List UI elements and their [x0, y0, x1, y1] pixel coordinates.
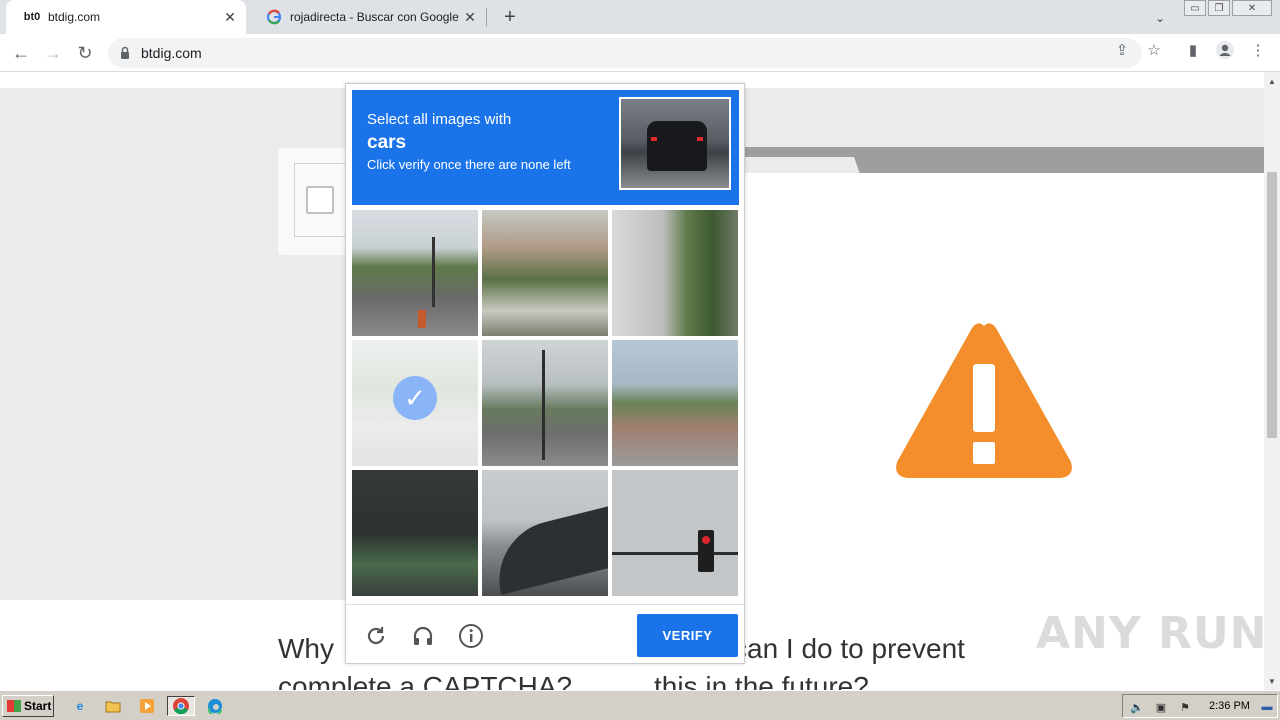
- forward-arrow-icon[interactable]: →: [40, 40, 66, 66]
- menu-kebab-icon[interactable]: ⋮: [1247, 39, 1269, 61]
- tail-light: [697, 137, 703, 141]
- btdig-favicon: bt0: [23, 11, 41, 23]
- captcha-challenge: Select all images with cars Click verify…: [345, 83, 745, 664]
- minimize-button[interactable]: ▭: [1184, 0, 1206, 16]
- tab-btdig[interactable]: bt0 btdig.com ✕: [6, 0, 246, 34]
- close-tab-icon[interactable]: ✕: [220, 7, 240, 27]
- share-icon[interactable]: ⇪: [1111, 39, 1133, 61]
- action-center-flag-icon[interactable]: ⚑: [1177, 699, 1193, 715]
- tab-title: rojadirecta - Buscar con Google: [290, 10, 459, 24]
- url-text: btdig.com: [141, 45, 202, 61]
- scroll-thumb[interactable]: [1267, 172, 1277, 438]
- profile-avatar-icon[interactable]: [1214, 39, 1236, 61]
- scroll-up-icon[interactable]: ▲: [1264, 74, 1280, 88]
- internet-explorer-icon[interactable]: e: [69, 696, 91, 716]
- tab-separator: [486, 8, 487, 26]
- reload-icon[interactable]: ↻: [72, 40, 98, 66]
- audio-challenge-headphones-icon[interactable]: [410, 623, 436, 649]
- tile-wire: [612, 552, 738, 555]
- verify-button[interactable]: VERIFY: [637, 614, 738, 657]
- captcha-footer: VERIFY: [346, 604, 744, 663]
- tab-strip: bt0 btdig.com ✕ rojadirecta - Buscar con…: [0, 0, 1280, 34]
- captcha-tile-selected[interactable]: ✓: [352, 340, 478, 466]
- captcha-tile[interactable]: [612, 470, 738, 596]
- captcha-sample-image: [619, 97, 731, 190]
- tail-light: [651, 137, 657, 141]
- media-player-icon[interactable]: [136, 696, 158, 716]
- car-shape: [647, 121, 707, 171]
- reload-challenge-icon[interactable]: [363, 623, 389, 649]
- selected-check-icon: ✓: [393, 376, 437, 420]
- folder-icon[interactable]: [102, 696, 124, 716]
- anyrun-watermark: ANY RUN: [1036, 608, 1268, 659]
- close-window-button[interactable]: ✕: [1232, 0, 1272, 16]
- browser-toolbar: ← → ↻ btdig.com ⇪ ☆ ▮ ⋮: [0, 34, 1280, 72]
- bookmark-star-icon[interactable]: ☆: [1143, 39, 1165, 61]
- warning-triangle-icon: [896, 323, 1072, 478]
- address-bar[interactable]: btdig.com: [108, 38, 1142, 68]
- captcha-image-grid: ✓: [352, 210, 740, 598]
- captcha-tile[interactable]: [612, 340, 738, 466]
- captcha-tile[interactable]: [482, 210, 608, 336]
- captcha-header: Select all images with cars Click verify…: [352, 90, 739, 205]
- show-desktop-icon[interactable]: ▬: [1259, 699, 1275, 715]
- captcha-tile[interactable]: [482, 340, 608, 466]
- captcha-hint: Click verify once there are none left: [367, 157, 571, 172]
- tile-red-light: [702, 536, 710, 544]
- captcha-tile[interactable]: [352, 470, 478, 596]
- captcha-target: cars: [367, 132, 407, 153]
- windows-logo-icon: [7, 700, 21, 712]
- vertical-scrollbar[interactable]: ▲ ▼: [1264, 72, 1280, 690]
- scroll-down-icon[interactable]: ▼: [1264, 674, 1280, 688]
- start-label: Start: [24, 699, 52, 713]
- header-tab: [740, 157, 860, 174]
- captcha-tile[interactable]: [352, 210, 478, 336]
- tab-title: btdig.com: [48, 10, 101, 24]
- tile-pole: [542, 350, 545, 460]
- faq-right: can I do to prevent this in the future?: [654, 630, 965, 690]
- faq-left-line2: complete a CAPTCHA?: [278, 671, 573, 690]
- system-tray: 🔈 ▣ ⚑ 2:36 PM ▬: [1122, 694, 1278, 718]
- volume-icon[interactable]: 🔈: [1129, 699, 1145, 715]
- back-arrow-icon[interactable]: ←: [8, 40, 34, 66]
- restore-button[interactable]: ❐: [1208, 0, 1230, 16]
- taskbar-clock: 2:36 PM: [1209, 700, 1250, 712]
- new-tab-button[interactable]: +: [498, 5, 522, 29]
- faq-right-line2: this in the future?: [654, 671, 869, 690]
- side-panel-icon[interactable]: ▮: [1182, 39, 1204, 61]
- tile-cone: [418, 310, 426, 328]
- close-tab-icon[interactable]: ✕: [460, 7, 480, 27]
- tab-google[interactable]: rojadirecta - Buscar con Google ✕: [248, 0, 486, 34]
- recaptcha-checkbox[interactable]: [306, 186, 334, 214]
- windows-taskbar: Start e 🔈 ▣ ⚑ 2:36 PM ▬: [0, 690, 1280, 720]
- tab-search-chevron-icon[interactable]: ⌄: [1150, 8, 1170, 28]
- captcha-instruction: Select all images with: [367, 111, 512, 128]
- chrome-taskbar-icon[interactable]: [167, 696, 195, 716]
- faq-right-line1: can I do to prevent: [733, 633, 965, 664]
- lock-icon: [121, 46, 129, 59]
- edge-icon[interactable]: [204, 696, 226, 716]
- google-favicon: [266, 9, 282, 25]
- info-icon[interactable]: [458, 623, 484, 649]
- tile-boat: [486, 505, 608, 595]
- start-button[interactable]: Start: [2, 695, 54, 717]
- captcha-tile[interactable]: [612, 210, 738, 336]
- tile-pole: [432, 237, 435, 307]
- network-icon[interactable]: ▣: [1153, 699, 1169, 715]
- captcha-tile[interactable]: [482, 470, 608, 596]
